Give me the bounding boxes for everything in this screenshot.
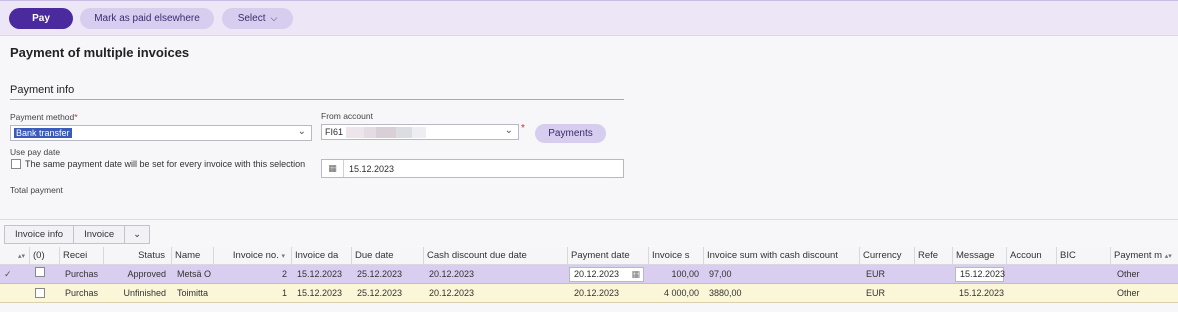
cell-due-date: 25.12.2023 — [357, 269, 403, 279]
redacted-account-number — [346, 126, 427, 138]
total-payment-label: Total payment — [10, 185, 63, 195]
grid-footer — [0, 304, 1178, 312]
cell-recei: Purchas — [65, 288, 99, 298]
cell-invoice-no: 1 — [281, 288, 287, 298]
cell-currency: EUR — [866, 288, 886, 298]
count-label: (0) — [33, 250, 45, 261]
same-date-checkbox[interactable] — [11, 159, 21, 169]
cell-invoice-date: 15.12.2023 — [297, 288, 343, 298]
message-input[interactable]: 15.12.2023 — [955, 267, 1005, 282]
payment-method-label: Payment method* — [10, 112, 78, 122]
cell-invoice-sum-cd: 97,00 — [709, 269, 732, 279]
column-header-currency[interactable]: Currency — [860, 247, 915, 265]
cell-payment-m: Other — [1117, 269, 1140, 279]
payment-method-value: Bank transfer — [14, 128, 72, 138]
column-header-due-date[interactable]: Due date — [352, 247, 424, 265]
required-mark: * — [521, 123, 525, 134]
payment-date-value: 20.12.2023 — [574, 269, 620, 279]
tab-invoice[interactable]: Invoice — [74, 226, 126, 243]
cell-invoice-date: 15.12.2023 — [297, 269, 343, 279]
from-account-label: From account — [321, 111, 373, 121]
same-date-text: The same payment date will be set for ev… — [25, 159, 306, 169]
section-divider — [10, 99, 624, 100]
row-checkbox[interactable] — [35, 288, 45, 298]
column-header-message[interactable]: Message — [953, 247, 1007, 265]
cell-payment-m: Other — [1117, 288, 1140, 298]
column-header-refe[interactable]: Refe — [915, 247, 953, 265]
column-header-status[interactable]: Status — [104, 247, 172, 265]
sort-icon[interactable]: ▴▾ — [0, 247, 30, 265]
pay-date-field[interactable]: ▦ 15.12.2023 — [321, 159, 624, 178]
chevron-down-icon: ⌵ — [270, 13, 278, 23]
payment-method-select[interactable]: Bank transfer ⌄ — [10, 125, 312, 141]
column-header-invoice-sum[interactable]: Invoice s — [649, 247, 704, 265]
cell-name: Toimitta — [177, 288, 209, 298]
calendar-icon[interactable]: ▦ — [322, 160, 344, 177]
cell-due-date: 25.12.2023 — [357, 288, 403, 298]
column-header-invoice-date[interactable]: Invoice da — [292, 247, 352, 265]
payment-date-input[interactable]: 20.12.2023 ▦ — [569, 267, 644, 282]
column-header-count[interactable]: (0) — [30, 247, 60, 265]
tab-invoice-info[interactable]: Invoice info — [5, 226, 75, 243]
cell-cash-discount-due: 20.12.2023 — [429, 269, 475, 279]
cell-message: 15.12.2023 — [959, 288, 1005, 298]
cell-invoice-sum: 4 000,00 — [663, 288, 699, 298]
toolbar: Pay Mark as paid elsewhere Select ⌵ — [0, 0, 1178, 36]
table-row[interactable]: ✓ Purchas Approved Metsä O 2 15.12.2023 … — [0, 265, 1178, 284]
select-button-label: Select — [237, 13, 266, 24]
cell-recei: Purchas — [65, 269, 99, 279]
grid-tabbar: Invoice info Invoice ⌄ — [4, 225, 151, 244]
column-header-name[interactable]: Name — [172, 247, 214, 265]
select-button[interactable]: Select ⌵ — [222, 8, 293, 29]
column-header-recei[interactable]: Recei — [60, 247, 104, 265]
grid-header: ▴▾ (0) Recei Status Name Invoice no. ▾ I… — [0, 247, 1178, 265]
column-header-cash-discount-due-date[interactable]: Cash discount due date — [424, 247, 568, 265]
cell-invoice-no: 2 — [281, 269, 287, 279]
checkmark-icon: ✓ — [4, 269, 12, 279]
from-account-select[interactable]: FI61 ⌄ — [321, 124, 519, 140]
tabs-more-dropdown[interactable]: ⌄ — [125, 226, 149, 243]
from-account-value: FI61 — [325, 127, 344, 137]
cell-invoice-sum: 100,00 — [671, 269, 699, 279]
column-header-invoice-sum-cash-discount[interactable]: Invoice sum with cash discount — [704, 247, 860, 265]
calendar-icon[interactable]: ▦ — [631, 268, 640, 281]
table-row[interactable]: Purchas Unfinished Toimitta 1 15.12.2023… — [0, 284, 1178, 303]
section-title-payment-info: Payment info — [10, 84, 75, 96]
payments-button[interactable]: Payments — [535, 124, 606, 143]
column-header-payment-m[interactable]: Payment m ▴▾ — [1111, 247, 1178, 265]
pay-button[interactable]: Pay — [9, 8, 73, 29]
column-header-accoun[interactable]: Accoun — [1007, 247, 1057, 265]
chevron-down-icon: ⌄ — [297, 126, 306, 137]
row-checkbox[interactable] — [35, 267, 45, 277]
chevron-down-icon: ⌄ — [504, 125, 513, 136]
cell-invoice-sum-cd: 3880,00 — [709, 288, 742, 298]
chevron-down-icon: ⌄ — [133, 229, 142, 240]
cell-name: Metsä O — [177, 269, 212, 279]
sort-down-icon: ▾ — [281, 253, 285, 260]
use-pay-date-label: Use pay date — [10, 147, 61, 157]
cell-status: Unfinished — [123, 288, 166, 298]
pay-date-value: 15.12.2023 — [349, 163, 395, 174]
page-title: Payment of multiple invoices — [10, 45, 190, 60]
cell-status: Approved — [127, 269, 166, 279]
cell-payment-date: 20.12.2023 — [574, 288, 620, 298]
content-divider — [0, 219, 1178, 220]
cell-cash-discount-due: 20.12.2023 — [429, 288, 475, 298]
mark-as-paid-elsewhere-button[interactable]: Mark as paid elsewhere — [80, 8, 214, 29]
column-header-bic[interactable]: BIC — [1057, 247, 1111, 265]
cell-currency: EUR — [866, 269, 886, 279]
column-header-invoice-no[interactable]: Invoice no. ▾ — [214, 247, 292, 265]
column-header-payment-date[interactable]: Payment date — [568, 247, 649, 265]
